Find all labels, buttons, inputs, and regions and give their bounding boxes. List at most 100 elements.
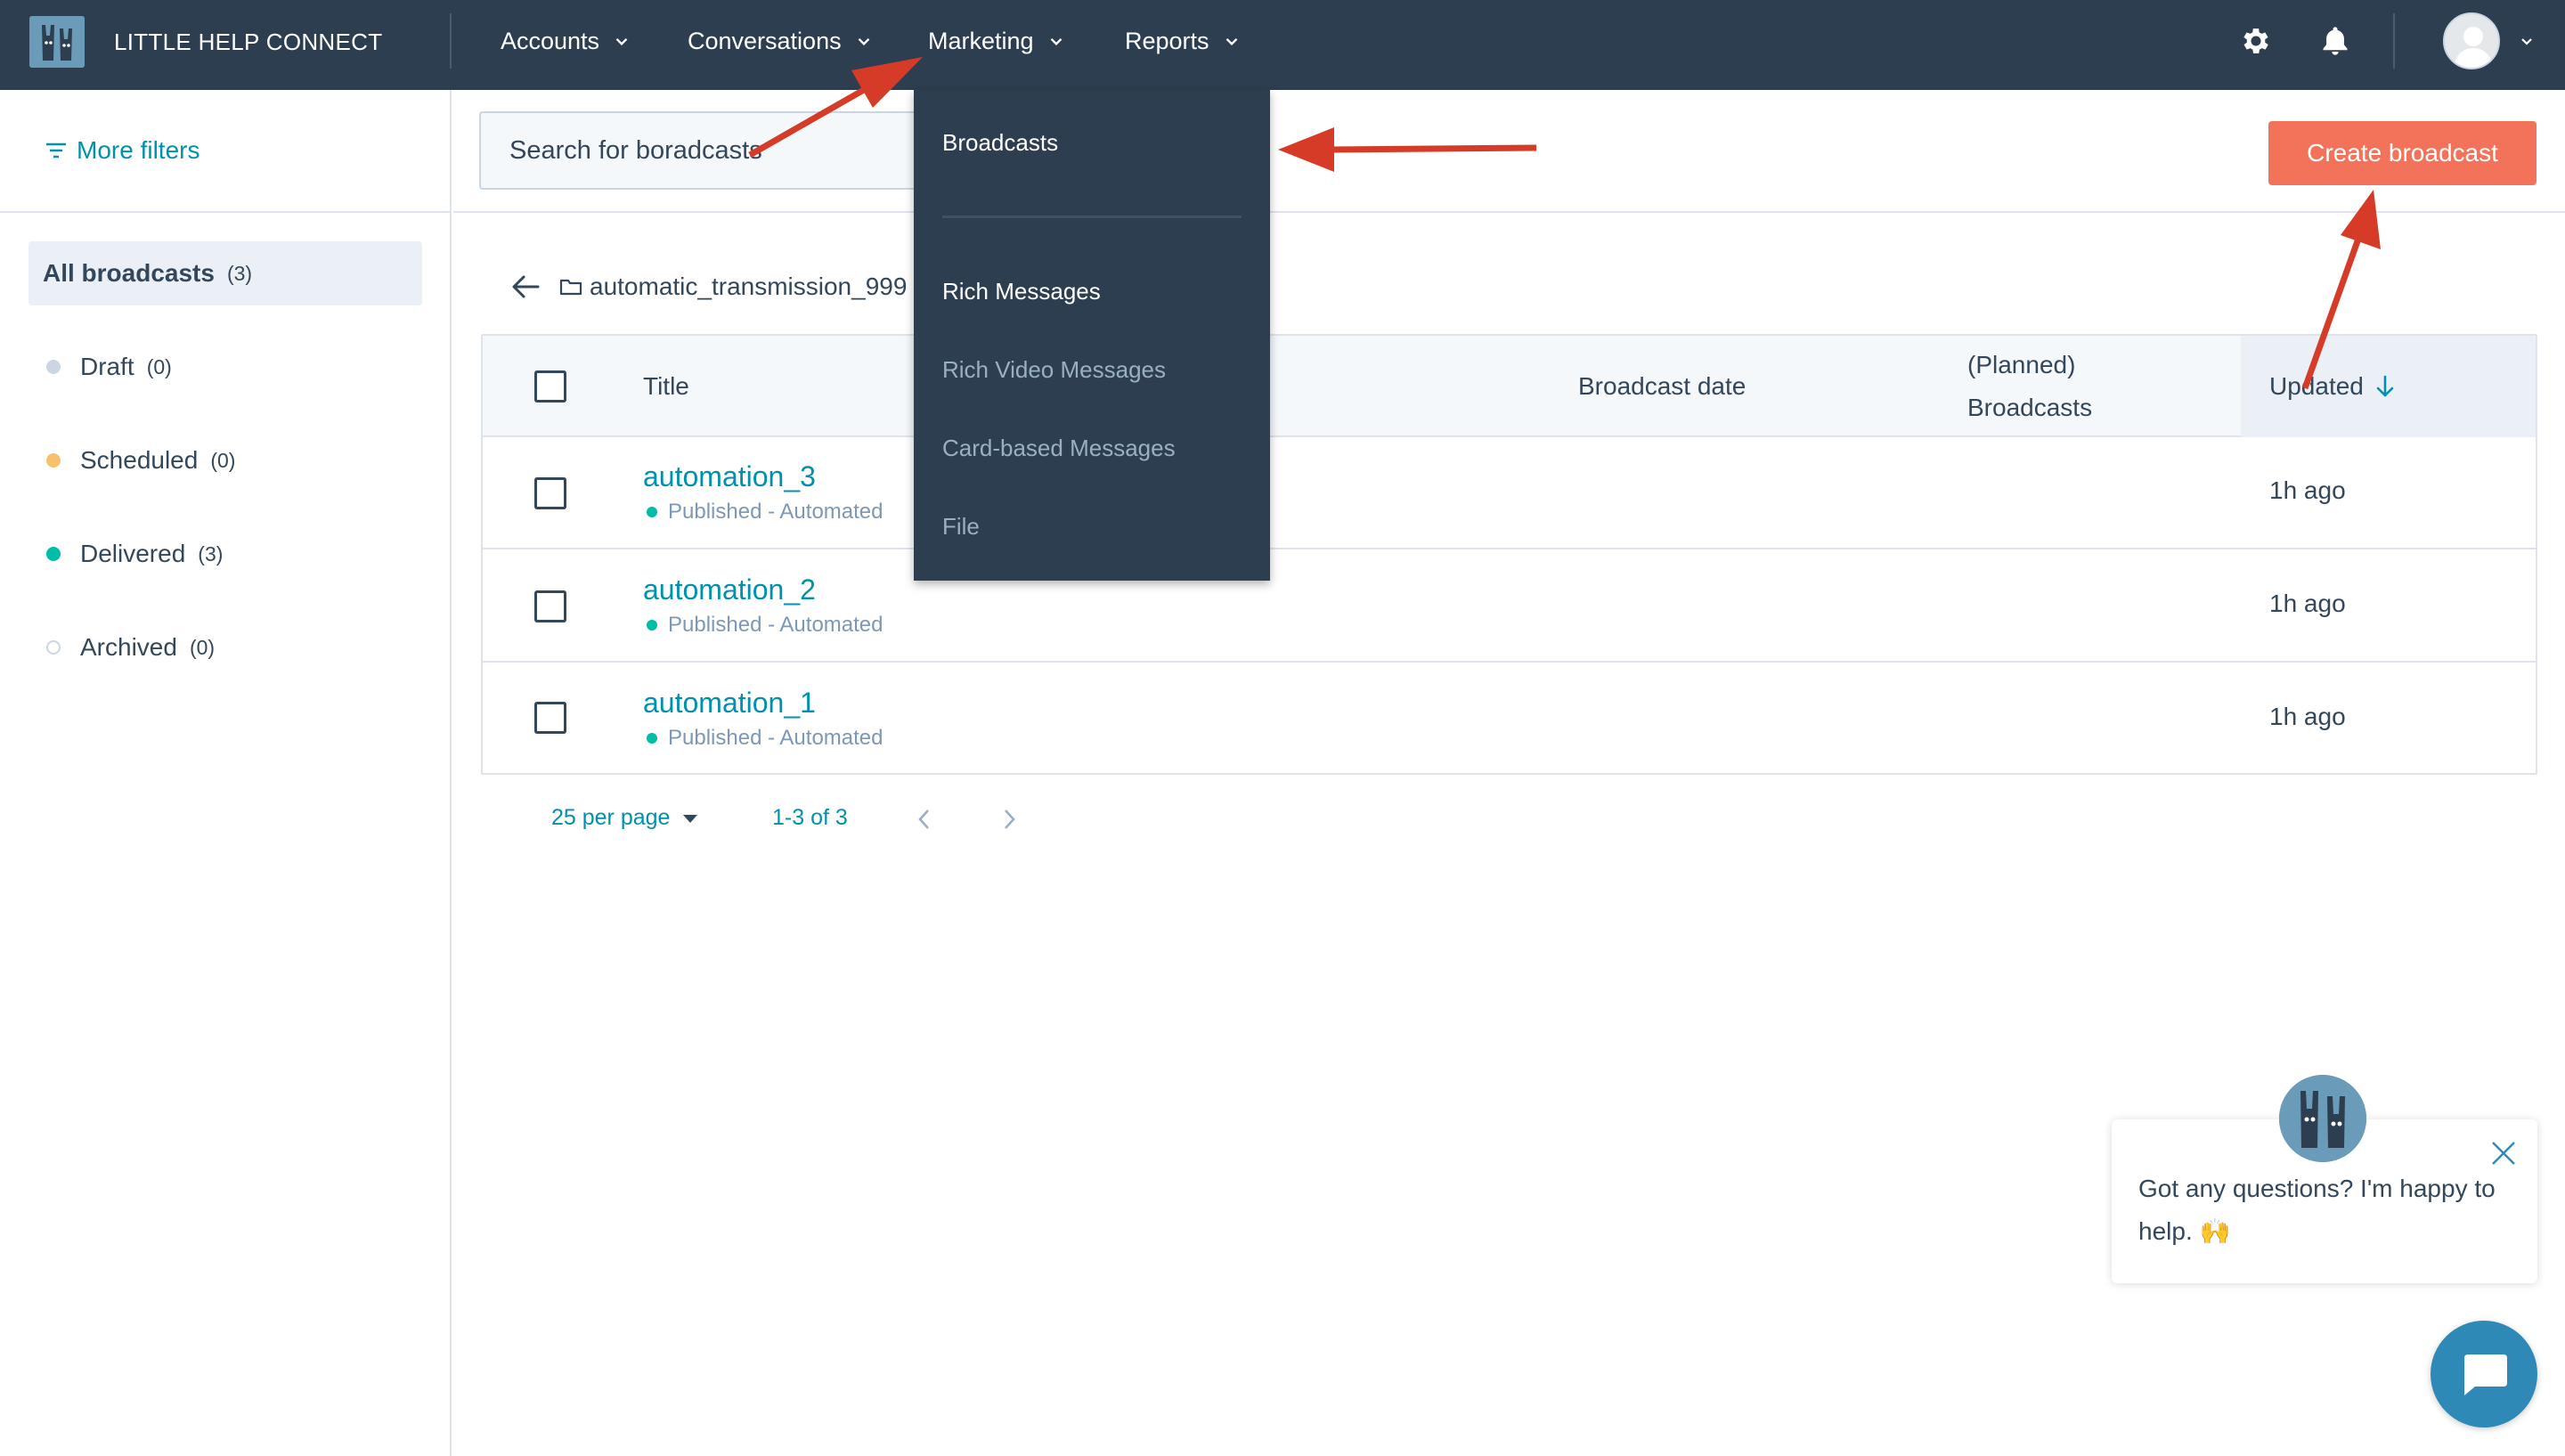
sidebar-item-delivered[interactable]: Delivered (3): [28, 522, 422, 586]
menu-item-label: Card-based Messages: [942, 435, 1176, 461]
chat-bubble-icon: [2464, 1354, 2507, 1395]
menu-item-label: Rich Messages: [942, 278, 1101, 305]
search-input-value: Search for boradcasts: [509, 135, 762, 165]
notifications-button[interactable]: [2316, 21, 2355, 61]
broadcast-status: Published - Automated: [647, 726, 884, 751]
bunny-logo-icon: [29, 16, 85, 68]
caret-down-icon: [683, 814, 698, 823]
status-dot-icon: [647, 733, 657, 744]
chevron-down-icon: [1050, 37, 1062, 46]
profile-menu-toggle[interactable]: [2513, 21, 2540, 61]
sidebar-item-label: Draft: [80, 353, 134, 380]
folder-breadcrumb[interactable]: automatic_transmission_999: [559, 272, 907, 301]
marketing-dropdown-menu: Broadcasts Rich Messages Rich Video Mess…: [914, 90, 1270, 581]
select-all-checkbox[interactable]: [534, 370, 566, 403]
app-logo[interactable]: [29, 16, 85, 68]
close-chat-popup-button[interactable]: [2488, 1137, 2520, 1169]
nav-reports[interactable]: Reports: [1125, 0, 1242, 82]
sidebar-item-draft[interactable]: Draft (0): [28, 335, 422, 399]
sidebar-item-count: (0): [189, 635, 216, 659]
chat-welcome-message: Got any questions? I'm happy to help. 🙌: [2138, 1175, 2496, 1245]
broadcast-title-link[interactable]: automation_1: [643, 687, 816, 720]
broadcasts-table: Title Broadcast date (Planned) Broadcast…: [481, 334, 2537, 775]
status-label: Published - Automated: [668, 726, 884, 750]
broadcast-title-link[interactable]: automation_2: [643, 573, 816, 606]
table-row[interactable]: automation_1 Published - Automated 1h ag…: [483, 663, 2536, 773]
status-dot-icon: [647, 507, 657, 517]
status-dot-icon: [46, 640, 61, 655]
nav-label: Reports: [1125, 27, 1209, 54]
chevron-down-icon: [1226, 37, 1237, 46]
updated-value: 1h ago: [2269, 703, 2346, 730]
more-filters-button[interactable]: More filters: [45, 136, 200, 165]
search-input[interactable]: Search for boradcasts: [479, 111, 924, 190]
status-dot-icon: [46, 360, 61, 374]
menu-item-file[interactable]: File: [942, 513, 980, 541]
user-avatar-icon: [2445, 14, 2498, 68]
folder-name: automatic_transmission_999: [590, 272, 908, 300]
per-page-select[interactable]: 25 per page: [551, 805, 698, 831]
arrow-left-icon: [512, 275, 540, 298]
sidebar-item-archived[interactable]: Archived (0): [28, 615, 422, 679]
table-header: Title Broadcast date (Planned) Broadcast…: [483, 336, 2536, 437]
per-page-label: 25 per page: [551, 805, 671, 830]
topbar-divider: [2393, 13, 2395, 69]
menu-item-broadcasts[interactable]: Broadcasts: [942, 129, 1058, 157]
nav-marketing[interactable]: Marketing: [928, 0, 1066, 82]
nav-label: Conversations: [688, 27, 842, 54]
menu-item-card-based-messages[interactable]: Card-based Messages: [942, 435, 1176, 462]
status-dot-icon: [647, 620, 657, 630]
back-button[interactable]: [509, 272, 542, 301]
chat-launcher-button[interactable]: [2431, 1321, 2537, 1428]
next-page-button[interactable]: [991, 801, 1027, 837]
filters-sidebar: More filters All broadcasts (3) Draft (0…: [0, 90, 452, 1456]
column-header-planned-broadcasts[interactable]: (Planned) Broadcasts: [1967, 336, 2092, 437]
sidebar-item-all-broadcasts[interactable]: All broadcasts (3): [28, 241, 422, 305]
more-filters-label: More filters: [77, 136, 200, 164]
menu-item-rich-messages[interactable]: Rich Messages: [942, 278, 1101, 305]
sidebar-item-scheduled[interactable]: Scheduled (0): [28, 428, 422, 492]
updated-value: 1h ago: [2269, 590, 2346, 617]
nav-label: Accounts: [501, 27, 600, 54]
settings-button[interactable]: [2236, 21, 2276, 61]
broadcast-status: Published - Automated: [647, 500, 884, 525]
header-divider: [453, 211, 2565, 213]
nav-label: Marketing: [928, 27, 1034, 54]
create-broadcast-button[interactable]: Create broadcast: [2268, 121, 2536, 185]
column-header-updated[interactable]: Updated: [2241, 336, 2536, 437]
avatar[interactable]: [2443, 12, 2500, 69]
table-row[interactable]: automation_2 Published - Automated 1h ag…: [483, 550, 2536, 663]
status-label: Published - Automated: [668, 500, 884, 524]
chevron-down-icon: [858, 37, 869, 46]
breadcrumb: automatic_transmission_999: [509, 265, 907, 308]
status-label: Published - Automated: [668, 613, 884, 637]
column-header-line: (Planned): [1967, 351, 2076, 378]
broadcast-title-link[interactable]: automation_3: [643, 460, 816, 493]
top-navigation-bar: LITTLE HELP CONNECT Accounts Conversatio…: [0, 0, 2565, 90]
row-checkbox[interactable]: [534, 477, 566, 509]
nav-conversations[interactable]: Conversations: [688, 0, 874, 82]
sidebar-divider: [0, 211, 452, 213]
sidebar-item-label: Archived: [80, 633, 177, 661]
column-header-title[interactable]: Title: [643, 336, 689, 437]
folder-icon: [559, 279, 582, 296]
table-row[interactable]: automation_3 Published - Automated 1h ag…: [483, 437, 2536, 549]
nav-accounts[interactable]: Accounts: [501, 0, 631, 82]
sidebar-item-count: (0): [210, 448, 236, 472]
status-dot-icon: [46, 547, 61, 561]
pagination-range: 1-3 of 3: [772, 805, 848, 830]
menu-item-label: Broadcasts: [942, 129, 1059, 156]
bunny-logo-icon: [2279, 1075, 2366, 1162]
row-checkbox[interactable]: [534, 590, 566, 622]
previous-page-button[interactable]: [907, 801, 942, 837]
row-checkbox[interactable]: [534, 702, 566, 734]
status-dot-icon: [46, 453, 61, 468]
sidebar-item-count: (3): [226, 261, 253, 285]
menu-item-label: File: [942, 513, 980, 540]
annotation-arrow-to-broadcasts: [1278, 127, 1537, 172]
menu-item-rich-video-messages[interactable]: Rich Video Messages: [942, 356, 1166, 384]
sidebar-item-label: Delivered: [80, 540, 186, 567]
updated-value: 1h ago: [2269, 476, 2346, 504]
chevron-left-icon: [918, 809, 929, 829]
column-header-broadcast-date[interactable]: Broadcast date: [1578, 336, 1746, 437]
